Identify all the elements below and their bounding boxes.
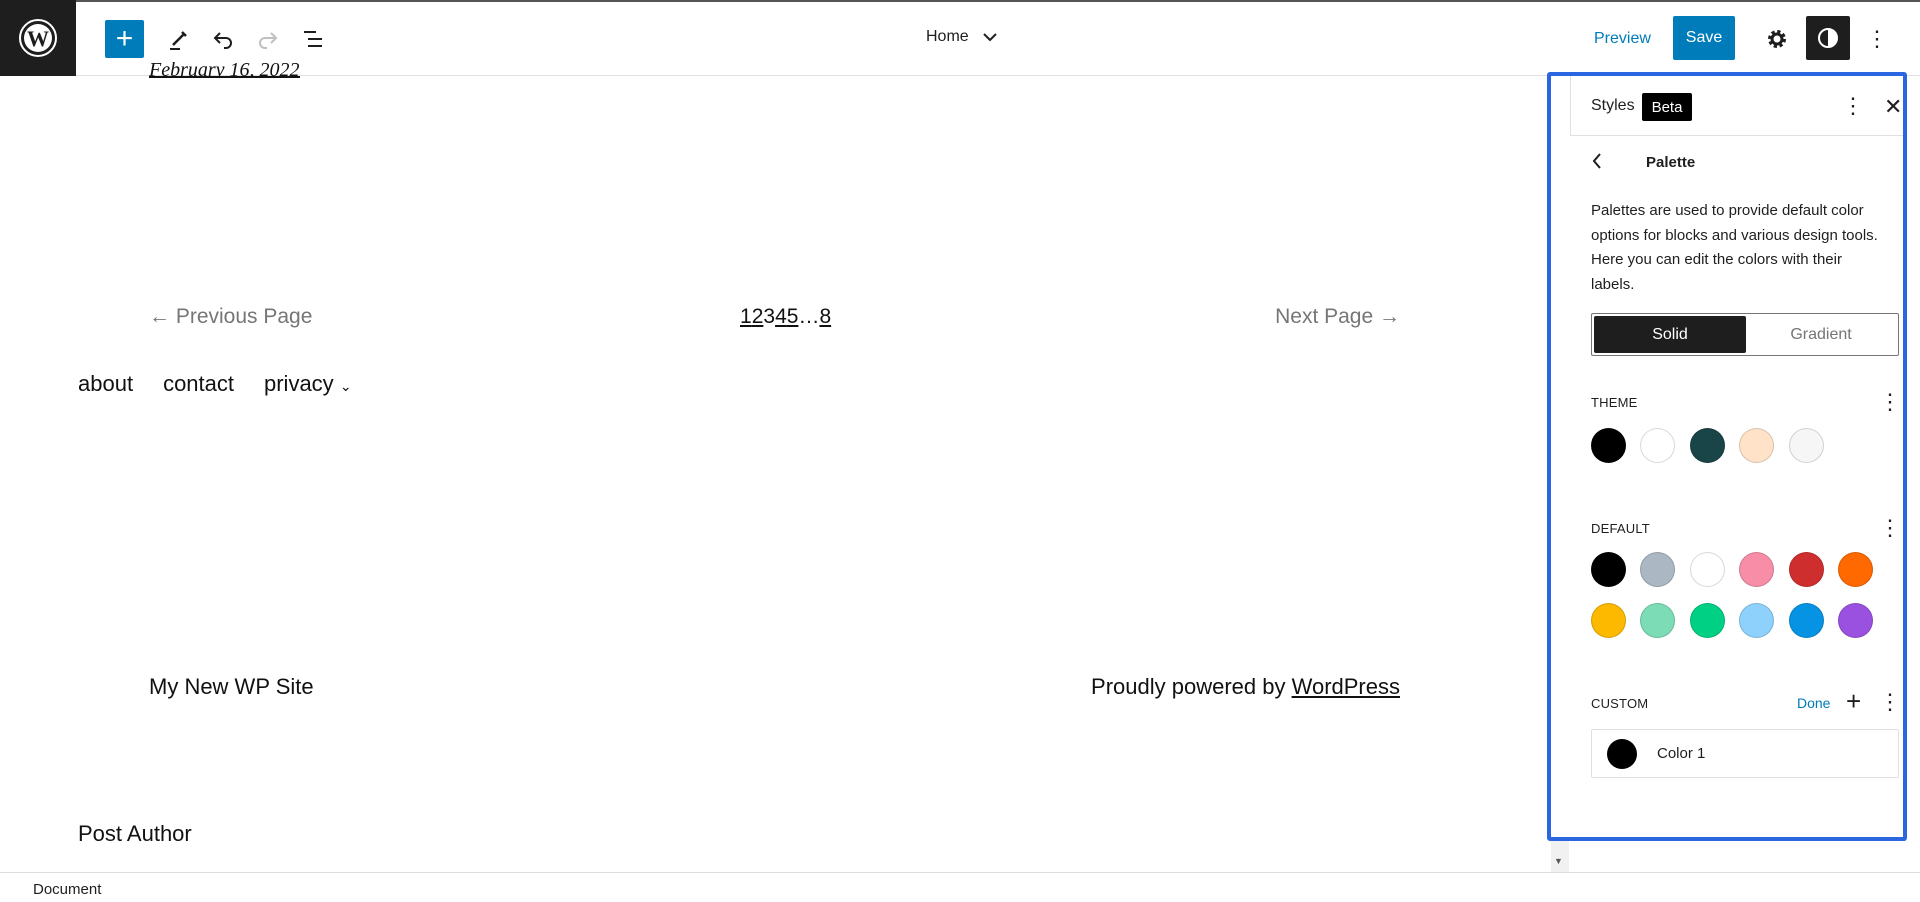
color-swatch[interactable] bbox=[1739, 428, 1775, 463]
powered-by-text: Proudly powered by bbox=[1091, 674, 1292, 699]
template-selector[interactable]: Home bbox=[926, 28, 997, 46]
status-bar: Document bbox=[0, 872, 1920, 902]
sidebar-title: Styles bbox=[1591, 97, 1635, 114]
beta-badge: Beta bbox=[1642, 93, 1692, 121]
pagination-ellipsis: … bbox=[798, 305, 820, 328]
panel-title: Palette bbox=[1646, 154, 1696, 171]
wordpress-link[interactable]: WordPress bbox=[1292, 674, 1400, 699]
preview-button[interactable]: Preview bbox=[1594, 30, 1651, 48]
color-swatch[interactable] bbox=[1788, 428, 1824, 463]
custom-label: CUSTOM bbox=[1591, 696, 1649, 711]
template-name: Home bbox=[926, 28, 969, 45]
color-swatch[interactable] bbox=[1689, 552, 1725, 587]
list-view-button[interactable] bbox=[298, 24, 328, 54]
pagination-numbers: 12345…8 bbox=[740, 305, 831, 329]
powered-by: Proudly powered by WordPress bbox=[1091, 674, 1400, 700]
default-options-icon[interactable]: ⋮ bbox=[1879, 517, 1901, 539]
chevron-down-icon: ⌄ bbox=[339, 378, 352, 394]
wordpress-logo-button[interactable]: W bbox=[0, 0, 76, 76]
options-button[interactable]: ⋮ bbox=[1866, 26, 1888, 52]
page-link[interactable]: 2 bbox=[752, 305, 764, 328]
post-date[interactable]: February 16, 2022 bbox=[149, 62, 300, 78]
color-swatch[interactable] bbox=[1689, 603, 1725, 638]
tab-solid[interactable]: Solid bbox=[1594, 316, 1746, 353]
svg-text:W: W bbox=[27, 26, 49, 51]
page-link[interactable]: 4 bbox=[775, 305, 787, 328]
theme-options-icon[interactable]: ⋮ bbox=[1879, 391, 1901, 413]
chevron-left-icon bbox=[1592, 153, 1601, 169]
save-button[interactable]: Save bbox=[1673, 16, 1735, 60]
custom-color-swatch[interactable] bbox=[1607, 739, 1637, 769]
add-block-button[interactable]: + bbox=[105, 20, 144, 58]
color-swatch[interactable] bbox=[1689, 428, 1725, 463]
page-link[interactable]: 5 bbox=[787, 305, 799, 328]
color-swatch[interactable] bbox=[1838, 603, 1873, 638]
add-color-icon[interactable]: + bbox=[1846, 688, 1861, 714]
color-swatch[interactable] bbox=[1788, 552, 1824, 587]
color-swatch[interactable] bbox=[1591, 428, 1626, 463]
custom-options-icon[interactable]: ⋮ bbox=[1879, 691, 1901, 713]
color-swatch[interactable] bbox=[1591, 603, 1626, 638]
undo-icon bbox=[213, 32, 232, 49]
page-link[interactable]: 8 bbox=[819, 305, 831, 328]
pencil-icon bbox=[170, 31, 187, 50]
palette-description: Palettes are used to provide default col… bbox=[1591, 202, 1878, 293]
color-swatch[interactable] bbox=[1739, 603, 1775, 638]
chevron-down-icon bbox=[982, 33, 997, 42]
contrast-icon bbox=[1818, 28, 1838, 48]
color-swatch[interactable] bbox=[1739, 552, 1775, 587]
settings-button[interactable] bbox=[1762, 24, 1792, 54]
default-label: DEFAULT bbox=[1591, 521, 1650, 536]
color-swatch[interactable] bbox=[1838, 552, 1873, 587]
nav-item-label: privacy bbox=[264, 371, 334, 396]
current-page: 3 bbox=[763, 305, 776, 328]
redo-icon bbox=[259, 32, 278, 49]
theme-label: THEME bbox=[1591, 395, 1638, 410]
wordpress-logo-icon: W bbox=[19, 19, 57, 57]
nav-item-privacy[interactable]: privacy ⌄ bbox=[264, 371, 352, 397]
custom-color-name: Color 1 bbox=[1657, 745, 1706, 762]
sidebar-options-icon[interactable]: ⋮ bbox=[1842, 95, 1864, 117]
color-type-toggle: Solid Gradient bbox=[1591, 313, 1899, 356]
breadcrumb-document[interactable]: Document bbox=[33, 881, 101, 898]
post-author: Post Author bbox=[78, 821, 192, 846]
tools-button[interactable] bbox=[164, 24, 194, 54]
plus-icon: + bbox=[115, 22, 134, 55]
done-button[interactable]: Done bbox=[1797, 695, 1830, 711]
gear-icon bbox=[1768, 30, 1786, 48]
site-title-link[interactable]: My New WP Site bbox=[149, 674, 314, 700]
redo-button[interactable] bbox=[253, 24, 283, 54]
next-page-link[interactable]: Next Page → bbox=[1275, 305, 1400, 329]
nav-item-about[interactable]: about bbox=[78, 371, 133, 397]
page-link[interactable]: 1 bbox=[740, 305, 752, 328]
previous-page-link[interactable]: ← Previous Page bbox=[149, 305, 312, 329]
nav-item-contact[interactable]: contact bbox=[163, 371, 234, 397]
tab-gradient[interactable]: Gradient bbox=[1746, 316, 1896, 353]
scroll-down-icon[interactable]: ▼ bbox=[1554, 856, 1563, 866]
list-view-icon bbox=[304, 31, 322, 47]
color-swatch[interactable] bbox=[1591, 552, 1626, 587]
custom-color-item[interactable]: Color 1 bbox=[1591, 729, 1899, 778]
kebab-icon: ⋮ bbox=[1866, 26, 1888, 51]
styles-button[interactable] bbox=[1806, 16, 1850, 60]
color-swatch[interactable] bbox=[1788, 603, 1824, 638]
back-button[interactable] bbox=[1590, 150, 1604, 177]
undo-button[interactable] bbox=[208, 24, 238, 54]
navigation-menu: about contact privacy ⌄ bbox=[78, 371, 352, 397]
close-icon[interactable]: ✕ bbox=[1884, 94, 1902, 120]
